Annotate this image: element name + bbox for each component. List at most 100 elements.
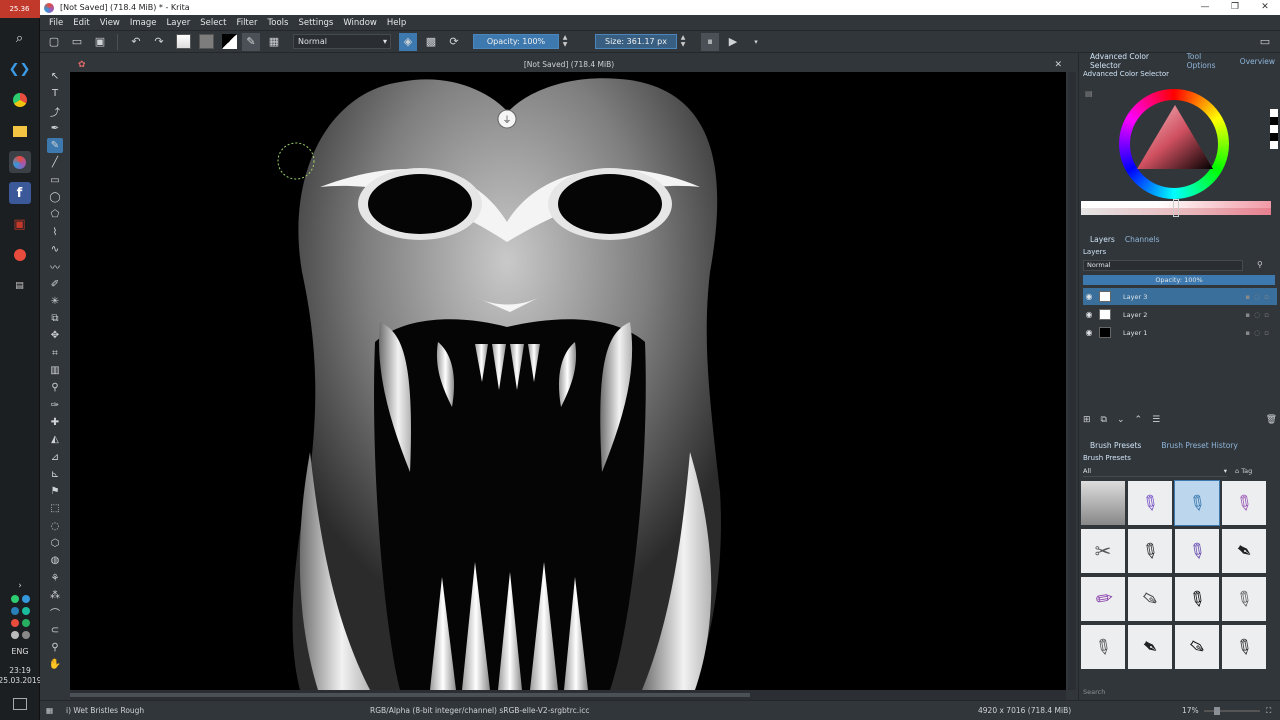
- tray-chevron-icon[interactable]: ›: [18, 581, 22, 591]
- preset-search-field[interactable]: Search: [1083, 688, 1105, 696]
- bezier-select-tool-icon[interactable]: ⌒: [47, 605, 63, 620]
- bezier-tool-icon[interactable]: ∿: [47, 242, 63, 257]
- tray-app-icon[interactable]: [10, 595, 19, 603]
- gradient-swatch[interactable]: [176, 34, 191, 49]
- brush-preset-tile[interactable]: ✎: [1175, 529, 1219, 573]
- visibility-eye-icon[interactable]: ◉: [1083, 292, 1095, 301]
- reference-tool-icon[interactable]: ⚑: [47, 484, 63, 499]
- menu-edit[interactable]: Edit: [68, 18, 94, 28]
- advanced-color-selector[interactable]: ▤: [1079, 79, 1280, 199]
- menu-file[interactable]: File: [44, 18, 68, 28]
- colorize-mask-tool-icon[interactable]: ✑: [47, 398, 63, 413]
- tray-app-icon[interactable]: [21, 607, 30, 615]
- undo-icon[interactable]: ↶: [127, 33, 145, 51]
- tab-brush-preset-history[interactable]: Brush Preset History: [1156, 441, 1242, 450]
- brush-preset-tile[interactable]: ✎: [1222, 625, 1266, 669]
- tab-channels[interactable]: Channels: [1120, 235, 1165, 244]
- move-tool-icon[interactable]: ✥: [47, 328, 63, 343]
- visibility-eye-icon[interactable]: ◉: [1083, 328, 1095, 337]
- opacity-slider[interactable]: Opacity: 100%: [473, 34, 559, 49]
- color-space-status[interactable]: RGB/Alpha (8-bit integer/channel) sRGB-e…: [370, 706, 589, 715]
- rectangle-tool-icon[interactable]: ▭: [47, 173, 63, 188]
- measure-tool-icon[interactable]: ⊾: [47, 467, 63, 482]
- crop-tool-icon[interactable]: ⌗: [47, 346, 63, 361]
- brush-preset-tile[interactable]: ✒: [1128, 625, 1172, 669]
- duplicate-layer-icon[interactable]: ⧉: [1101, 415, 1107, 429]
- color-gradient-bar[interactable]: [1081, 199, 1271, 217]
- outline-select-tool-icon[interactable]: ◍: [47, 553, 63, 568]
- dynamic-brush-tool-icon[interactable]: ✐: [47, 277, 63, 292]
- horizontal-scrollbar[interactable]: [70, 690, 1066, 700]
- move-layer-up-icon[interactable]: ⌃: [1135, 415, 1143, 429]
- mirror-horizontal-icon[interactable]: ⏸: [701, 32, 719, 51]
- brush-preset-tile[interactable]: ✒: [1222, 529, 1266, 573]
- brush-preset-tile[interactable]: ✑: [1128, 577, 1172, 621]
- drawing-canvas[interactable]: ⏚: [70, 72, 1066, 690]
- zoom-slider-handle[interactable]: [1214, 707, 1220, 715]
- tab-brush-presets[interactable]: Brush Presets: [1085, 441, 1146, 450]
- save-icon[interactable]: ▣: [91, 33, 109, 51]
- transform-tool-icon[interactable]: ⧉: [47, 311, 63, 326]
- brush-preset-tile[interactable]: ✂: [1081, 529, 1125, 573]
- chrome-app-icon[interactable]: [9, 89, 31, 111]
- canvas-pin-icon[interactable]: ✿: [78, 60, 86, 70]
- delete-layer-icon[interactable]: 🗑: [1266, 415, 1277, 429]
- preserve-alpha-icon[interactable]: ▩: [422, 33, 440, 51]
- line-tool-icon[interactable]: ╱: [47, 155, 63, 170]
- vertical-scrollbar[interactable]: [1068, 72, 1076, 690]
- close-document-icon[interactable]: ✕: [1054, 58, 1062, 72]
- fg-bg-color-icon[interactable]: [222, 34, 237, 49]
- minimize-button[interactable]: —: [1190, 0, 1220, 15]
- brush-preset-tile[interactable]: ✎: [1222, 481, 1266, 525]
- layer-name[interactable]: Layer 2: [1123, 311, 1147, 319]
- brush-preset-tile[interactable]: ✎: [1175, 577, 1219, 621]
- layer-opacity-slider[interactable]: Opacity: 100%: [1083, 275, 1275, 285]
- horizontal-scroll-thumb[interactable]: [70, 693, 750, 697]
- menu-view[interactable]: View: [95, 18, 125, 28]
- preset-filter-select[interactable]: All ▾: [1083, 467, 1227, 477]
- fill-tool-icon[interactable]: ◭: [47, 432, 63, 447]
- new-document-icon[interactable]: ▢: [45, 33, 63, 51]
- open-folder-icon[interactable]: ▭: [68, 33, 86, 51]
- vscode-app-icon[interactable]: ❮❯: [9, 58, 31, 80]
- fullscreen-icon[interactable]: ⛶: [1266, 706, 1271, 716]
- brush-preset-tile[interactable]: ✎: [1128, 481, 1172, 525]
- layer-name[interactable]: Layer 1: [1123, 329, 1147, 337]
- tray-app-icon[interactable]: [10, 607, 19, 615]
- zoom-level[interactable]: 17%: [1182, 706, 1199, 715]
- size-slider[interactable]: Size: 361.17 px: [595, 34, 677, 49]
- blend-mode-select[interactable]: Normal: [293, 34, 391, 49]
- current-brush-status[interactable]: i) Wet Bristles Rough: [66, 706, 144, 715]
- menu-filter[interactable]: Filter: [231, 18, 262, 28]
- brush-preset-tile[interactable]: ✑: [1175, 625, 1219, 669]
- menu-help[interactable]: Help: [382, 18, 411, 28]
- edit-shapes-tool-icon[interactable]: ⤴: [47, 104, 63, 119]
- taskbar-clock[interactable]: 23:19 25.03.2019: [0, 666, 41, 686]
- contiguous-select-tool-icon[interactable]: ⚘: [47, 571, 63, 586]
- magnetic-select-tool-icon[interactable]: ⊂: [47, 623, 63, 638]
- smart-patch-tool-icon[interactable]: ✚: [47, 415, 63, 430]
- color-selector-settings-icon[interactable]: ▤: [1085, 89, 1093, 98]
- facebook-app-icon[interactable]: f: [8, 182, 31, 204]
- ellipse-tool-icon[interactable]: ◯: [47, 190, 63, 205]
- menu-layer[interactable]: Layer: [162, 18, 196, 28]
- language-indicator[interactable]: ENG: [11, 647, 28, 656]
- brush-editor-icon[interactable]: ✎: [242, 32, 260, 51]
- brush-preset-tile[interactable]: [1081, 481, 1125, 525]
- menu-select[interactable]: Select: [195, 18, 231, 28]
- preset-tag-button[interactable]: ⌂ Tag: [1235, 467, 1252, 475]
- layer-blend-mode-select[interactable]: Normal: [1083, 260, 1243, 271]
- size-spin-icon[interactable]: ▲ ▼: [679, 34, 687, 49]
- menu-image[interactable]: Image: [125, 18, 162, 28]
- menu-window[interactable]: Window: [338, 18, 382, 28]
- search-icon[interactable]: ⌕: [9, 27, 31, 49]
- add-layer-icon[interactable]: ⊞: [1083, 415, 1091, 429]
- color-triangle[interactable]: [1135, 103, 1215, 183]
- tab-advanced-color-selector[interactable]: Advanced Color Selector: [1085, 52, 1182, 70]
- tray-app-icon[interactable]: [21, 619, 30, 627]
- freehand-path-tool-icon[interactable]: 〰: [47, 259, 63, 274]
- redo-icon[interactable]: ↷: [150, 33, 168, 51]
- similar-select-tool-icon[interactable]: ⁂: [47, 588, 63, 603]
- recent-color-swatches[interactable]: [1270, 109, 1278, 149]
- gradient-bar-handle[interactable]: [1173, 199, 1179, 217]
